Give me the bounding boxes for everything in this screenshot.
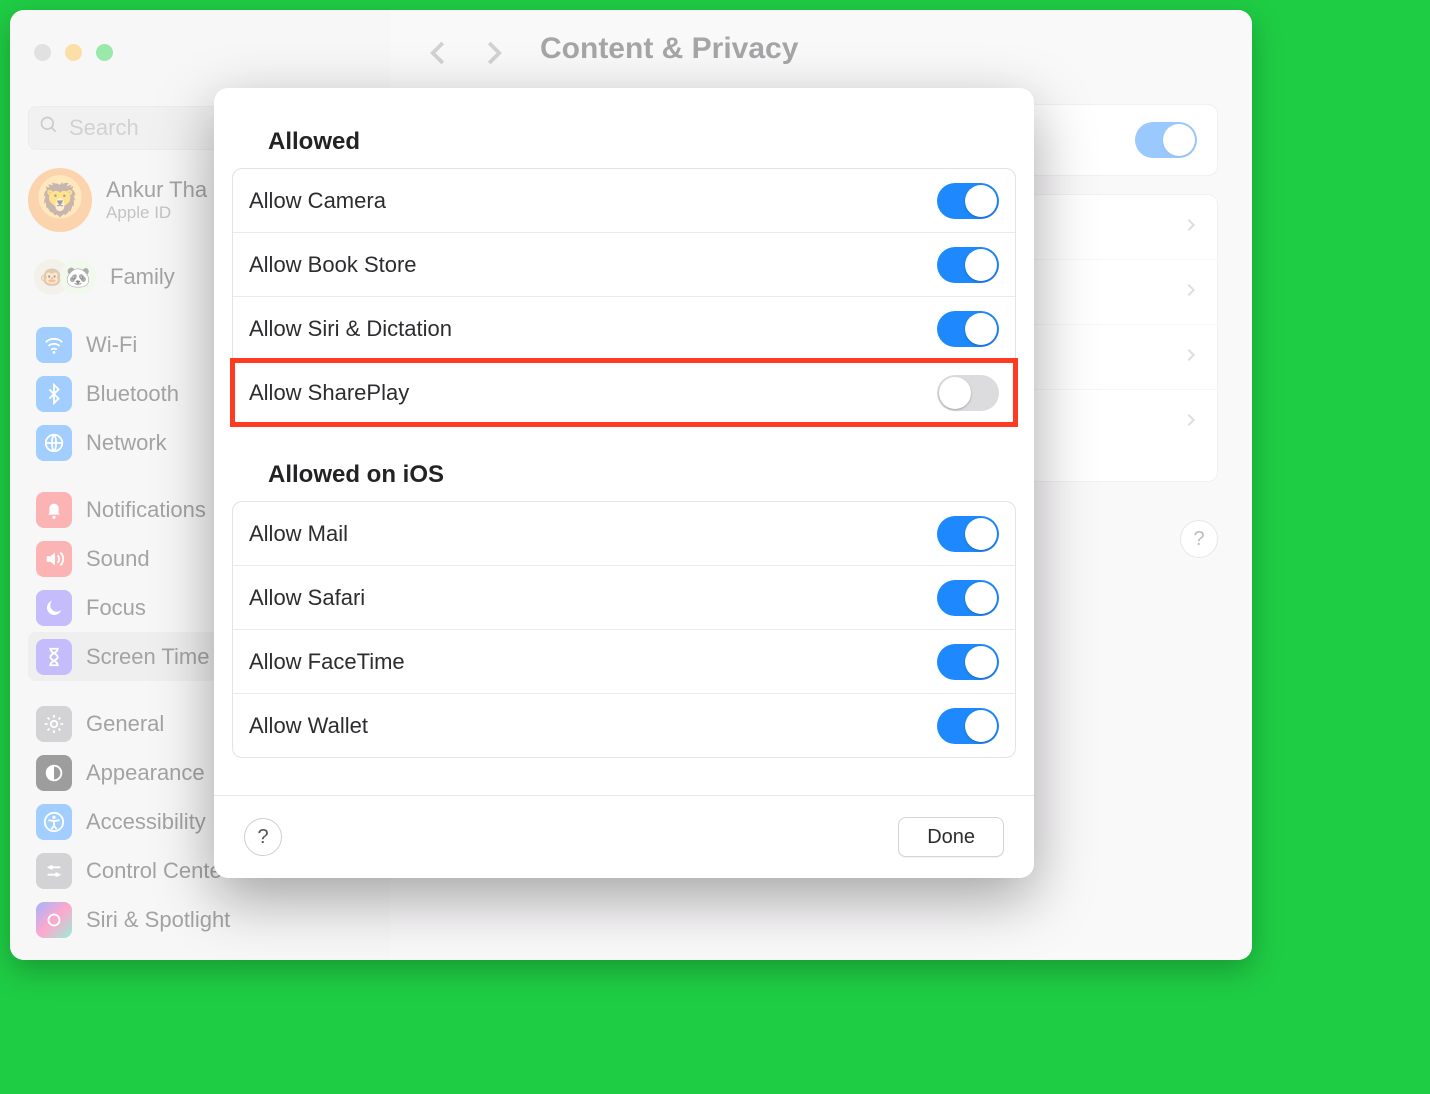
search-icon [39,115,69,141]
sheet-help-button[interactable]: ? [244,818,282,856]
family-label: Family [110,264,175,290]
toggle-allow-book-store[interactable] [937,247,999,283]
nav-arrows [424,38,508,73]
wifi-icon [36,327,72,363]
row-label: Allow Mail [249,521,348,547]
bell-icon [36,492,72,528]
row-allow-safari: Allow Safari [233,566,1015,630]
content-privacy-master-toggle[interactable] [1135,122,1197,158]
row-label: Allow FaceTime [249,649,405,675]
sidebar-item-label: Network [86,430,167,456]
row-allow-wallet: Allow Wallet [233,694,1015,757]
minimize-window-button[interactable] [65,44,82,61]
row-allow-book-store: Allow Book Store [233,233,1015,297]
accessibility-icon [36,804,72,840]
chevron-right-icon [1183,343,1199,372]
appearance-icon [36,755,72,791]
sliders-icon [36,853,72,889]
family-avatar-2: 🐼 [60,259,96,295]
bluetooth-icon [36,376,72,412]
sidebar-item-label: Notifications [86,497,206,523]
search-placeholder: Search [69,115,139,141]
allowed-sheet: Allowed Allow Camera Allow Book Store Al… [214,88,1034,878]
sidebar-item-label: Sound [86,546,150,572]
toggle-allow-siri-dictation[interactable] [937,311,999,347]
row-allow-camera: Allow Camera [233,169,1015,233]
sidebar-item-label: Screen Time [86,644,210,670]
toggle-allow-wallet[interactable] [937,708,999,744]
chevron-right-icon [1183,213,1199,242]
row-allow-facetime: Allow FaceTime [233,630,1015,694]
forward-button[interactable] [478,38,508,73]
account-name: Ankur Tha [106,177,207,203]
hourglass-icon [36,639,72,675]
toggle-allow-camera[interactable] [937,183,999,219]
help-button[interactable]: ? [1180,520,1218,558]
avatar: 🦁 [28,168,92,232]
sidebar-item-label: Siri & Spotlight [86,907,230,933]
row-label: Allow Camera [249,188,386,214]
row-label: Allow Safari [249,585,365,611]
row-label: Allow Book Store [249,252,417,278]
row-label: Allow SharePlay [249,380,409,406]
row-allow-siri-dictation: Allow Siri & Dictation [233,297,1015,361]
family-avatars: 🐵 🐼 [34,259,96,295]
back-button[interactable] [424,38,454,73]
account-sub: Apple ID [106,203,207,223]
close-window-button[interactable] [34,44,51,61]
sidebar-item-label: Wi-Fi [86,332,137,358]
toggle-allow-facetime[interactable] [937,644,999,680]
toggle-allow-mail[interactable] [937,516,999,552]
chevron-right-icon [1183,278,1199,307]
gear-icon [36,706,72,742]
sheet-footer: ? Done [214,795,1034,878]
moon-icon [36,590,72,626]
sidebar-item-label: Accessibility [86,809,206,835]
toggle-allow-safari[interactable] [937,580,999,616]
sidebar-item-label: Control Cente [86,858,222,884]
toggle-allow-shareplay[interactable] [937,375,999,411]
allowed-ios-card: Allow Mail Allow Safari Allow FaceTime A… [232,501,1016,758]
sidebar-item-label: Focus [86,595,146,621]
page-title: Content & Privacy [540,32,798,66]
siri-icon [36,902,72,938]
section-title-allowed-ios: Allowed on iOS [268,461,1016,489]
sidebar-item-siri-spotlight[interactable]: Siri & Spotlight [28,895,368,944]
allowed-card: Allow Camera Allow Book Store Allow Siri… [232,168,1016,425]
maximize-window-button[interactable] [96,44,113,61]
sidebar-item-label: General [86,711,164,737]
done-button[interactable]: Done [898,817,1004,857]
section-title-allowed: Allowed [268,128,1016,156]
globe-icon [36,425,72,461]
row-allow-shareplay: Allow SharePlay [233,361,1015,424]
sidebar-item-label: Appearance [86,760,205,786]
chevron-right-icon [1183,408,1199,437]
speaker-icon [36,541,72,577]
window-controls [34,44,113,61]
row-label: Allow Siri & Dictation [249,316,452,342]
sidebar-item-label: Bluetooth [86,381,179,407]
row-label: Allow Wallet [249,713,368,739]
row-allow-mail: Allow Mail [233,502,1015,566]
